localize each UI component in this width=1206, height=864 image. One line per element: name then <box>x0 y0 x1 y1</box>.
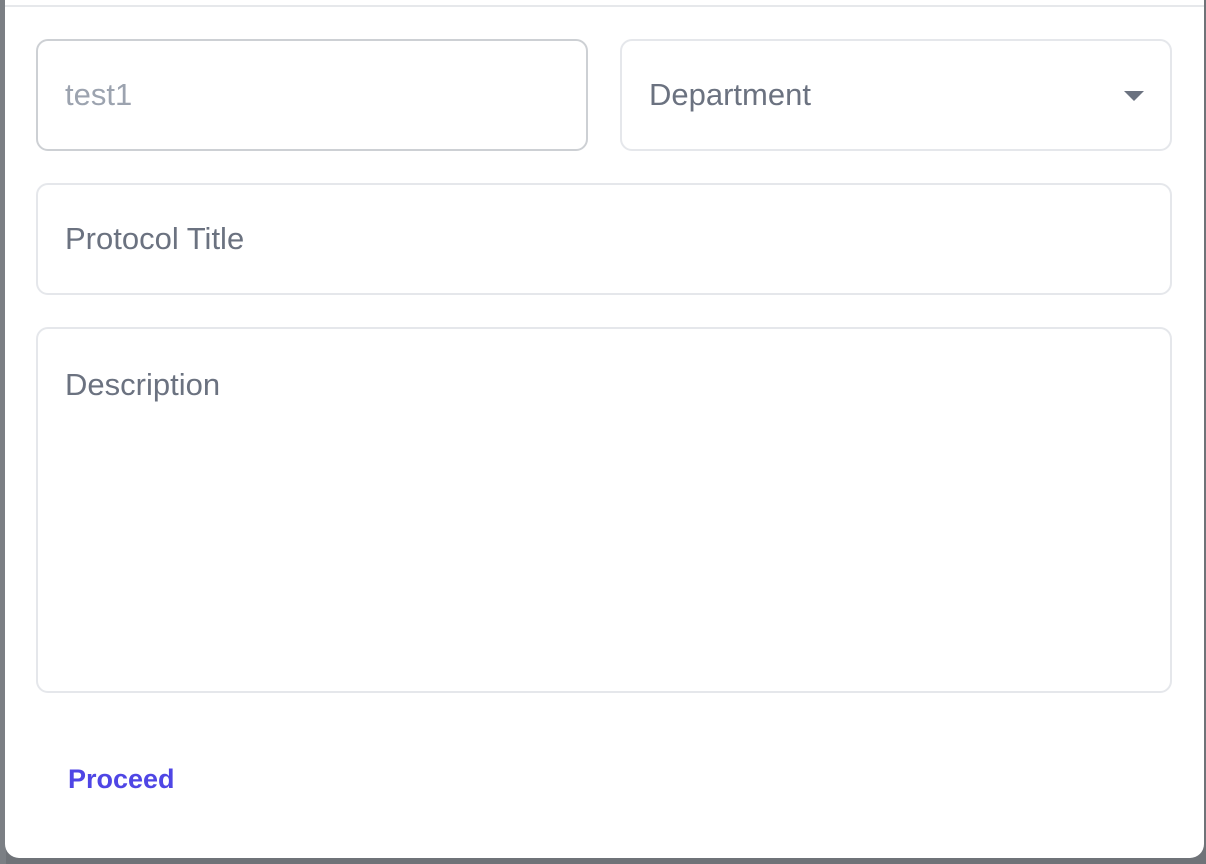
name-input-value: test1 <box>65 77 133 112</box>
protocol-title-input[interactable]: Protocol Title <box>36 183 1172 295</box>
protocol-form-modal: test1 Department Protocol Title Descript… <box>5 0 1204 858</box>
description-placeholder: Description <box>65 367 221 402</box>
modal-header-divider <box>5 5 1204 7</box>
protocol-title-placeholder: Protocol Title <box>65 221 245 256</box>
description-textarea[interactable]: Description <box>36 327 1172 693</box>
department-select-placeholder: Department <box>649 77 811 112</box>
caret-down-icon <box>1124 91 1144 101</box>
department-select[interactable]: Department <box>620 39 1172 151</box>
name-input[interactable]: test1 <box>36 39 588 151</box>
proceed-button[interactable]: Proceed <box>68 764 175 795</box>
